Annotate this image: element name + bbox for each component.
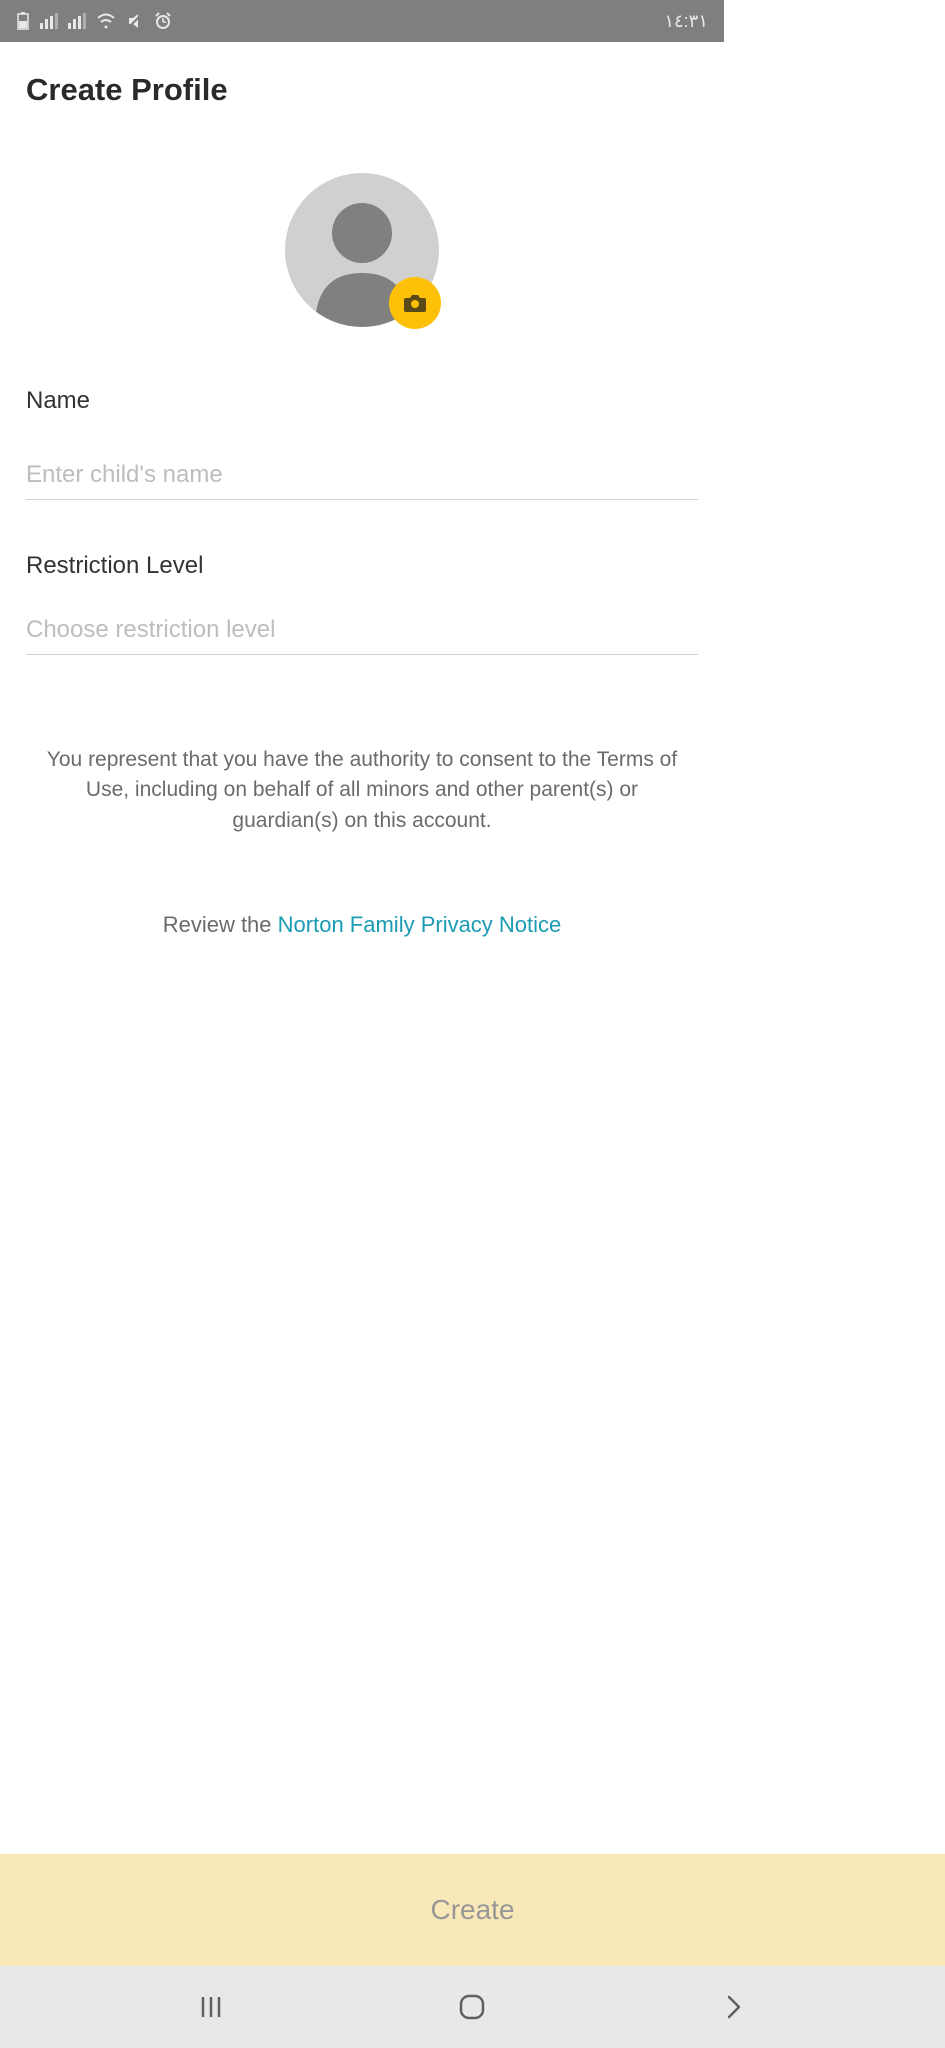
create-button-label: Create (430, 1894, 514, 1926)
privacy-notice-link[interactable]: Norton Family Privacy Notice (278, 912, 562, 937)
review-line: Review the Norton Family Privacy Notice (26, 912, 698, 938)
avatar-section (26, 173, 698, 327)
back-button[interactable] (714, 1987, 754, 2027)
restriction-field-group: Restriction Level Choose restriction lev… (26, 552, 698, 655)
name-label: Name (26, 387, 698, 415)
battery-icon (16, 12, 30, 30)
recents-icon (198, 1995, 224, 2019)
name-input[interactable] (26, 445, 698, 500)
chevron-right-icon (725, 1993, 743, 2021)
status-bar: ١٤:٣١ (0, 0, 724, 42)
camera-icon (403, 293, 427, 313)
alarm-icon (154, 12, 172, 30)
wifi-icon (96, 13, 116, 29)
home-button[interactable] (452, 1987, 492, 2027)
page-title: Create Profile (26, 72, 698, 108)
mute-icon (126, 12, 144, 30)
status-time: ١٤:٣١ (664, 11, 708, 32)
signal-icon-1 (40, 13, 58, 29)
review-prefix: Review the (163, 912, 278, 937)
system-nav-bar (0, 1966, 945, 2048)
recents-button[interactable] (191, 1987, 231, 2027)
content-area: Create Profile Name Restriction Level Ch… (0, 42, 724, 1569)
name-field-group: Name (26, 387, 698, 500)
restriction-label: Restriction Level (26, 552, 698, 580)
restriction-select[interactable]: Choose restriction level (26, 600, 698, 655)
camera-button[interactable] (389, 277, 441, 329)
disclaimer-text: You represent that you have the authorit… (26, 745, 698, 836)
status-left-icons (16, 12, 172, 30)
create-button[interactable]: Create (0, 1854, 945, 1966)
home-icon (457, 1992, 487, 2022)
avatar-wrapper[interactable] (285, 173, 439, 327)
signal-icon-2 (68, 13, 86, 29)
